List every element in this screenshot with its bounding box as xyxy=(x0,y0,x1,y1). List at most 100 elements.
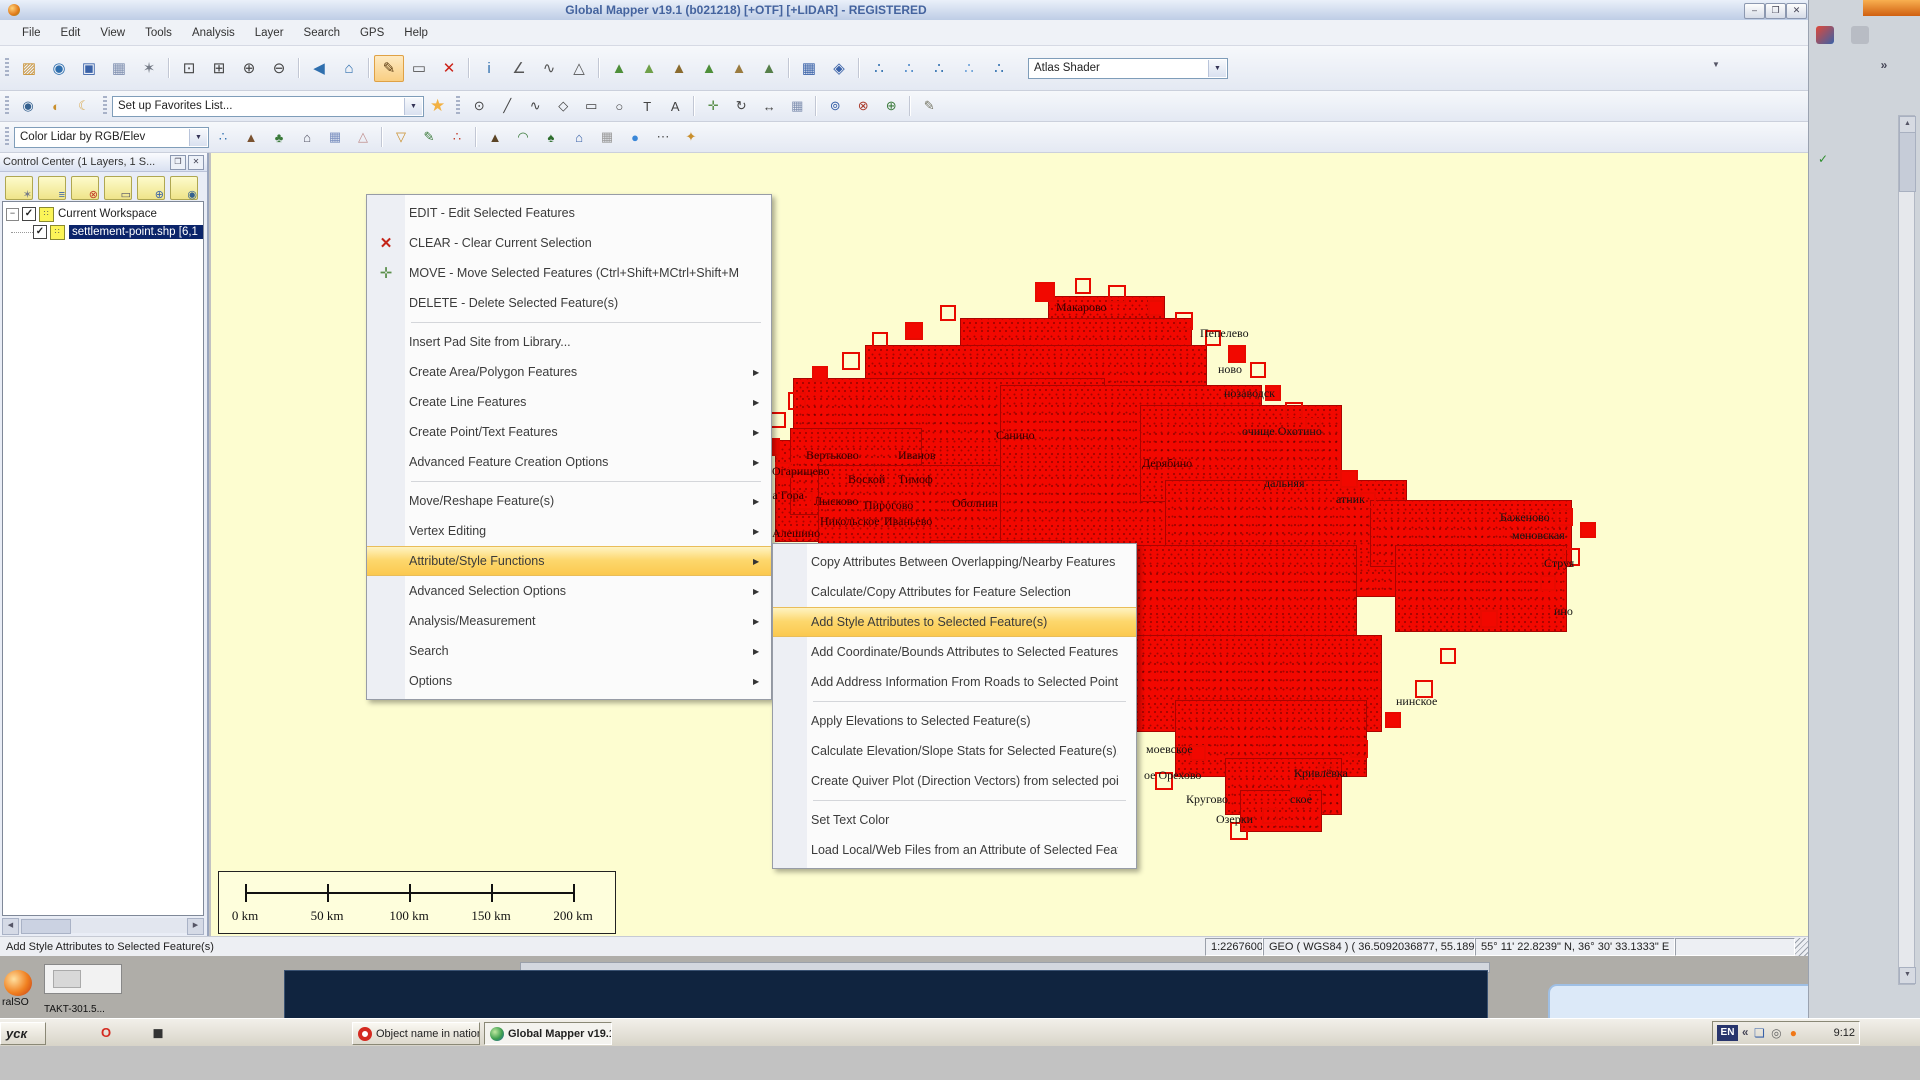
lidar-classify-ground-icon[interactable]: ∴ xyxy=(894,55,924,82)
draw-text-icon[interactable]: T xyxy=(633,94,661,118)
mesh-3d-icon[interactable]: ◈ xyxy=(824,55,854,82)
minimize-button[interactable]: – xyxy=(1744,3,1765,19)
water-tools-icon[interactable]: ● xyxy=(621,125,649,149)
projection-config-icon[interactable]: ◐ xyxy=(42,94,70,118)
menu-edit[interactable]: Edit xyxy=(51,23,91,43)
chevron-more-icon[interactable]: » xyxy=(1875,56,1893,74)
layer-options-icon[interactable]: ≡ xyxy=(38,176,66,201)
ctx-insert-pad-site-from-library[interactable]: Insert Pad Site from Library... xyxy=(367,327,771,357)
stretch-feature-icon[interactable]: ↔ xyxy=(755,94,783,118)
terrain-sweep-icon[interactable]: ◠ xyxy=(509,125,537,149)
draw-line-icon[interactable]: ╱ xyxy=(493,94,521,118)
lidar-grid-icon[interactable]: ▦ xyxy=(321,125,349,149)
toolbar-grip[interactable] xyxy=(5,96,9,116)
right-app-icon2[interactable] xyxy=(1851,26,1869,44)
sub-add-coordinate-bounds-attributes-to-select[interactable]: Add Coordinate/Bounds Attributes to Sele… xyxy=(773,637,1136,667)
taskbar-button-object-name-in-national-l[interactable]: Object name in national l... xyxy=(352,1022,480,1045)
clear-selection-icon[interactable]: ✕ xyxy=(434,55,464,82)
license-tool-icon[interactable]: ✦ xyxy=(677,125,705,149)
workspace-label[interactable]: Current Workspace xyxy=(58,208,157,220)
vertex-delete-icon[interactable]: ⊗ xyxy=(849,94,877,118)
layer-visibility-icon[interactable]: ◉ xyxy=(170,176,198,201)
feature-info-icon[interactable]: i xyxy=(474,55,504,82)
lidar-filter-icon[interactable]: ▽ xyxy=(387,125,415,149)
sub-calculate-copy-attributes-for-feature-sele[interactable]: Calculate/Copy Attributes for Feature Se… xyxy=(773,577,1136,607)
ctx-delete-delete-selected-feature-s[interactable]: DELETE - Delete Selected Feature(s) xyxy=(367,288,771,318)
ctx-clear-clear-current-selection[interactable]: ✕ CLEAR - Clear Current Selection xyxy=(367,228,771,258)
menu-gps[interactable]: GPS xyxy=(350,23,394,43)
start-button[interactable]: уск xyxy=(0,1022,46,1045)
open-layer-icon[interactable]: ✶ xyxy=(5,176,33,201)
workspace-checkbox[interactable]: ✓ xyxy=(22,207,36,221)
tree-extract-icon[interactable]: ♠ xyxy=(537,125,565,149)
draw-polygon-icon[interactable]: ◇ xyxy=(549,94,577,118)
map-layout-icon[interactable]: ▦ xyxy=(104,55,134,82)
snap-grid-icon[interactable]: ▦ xyxy=(783,94,811,118)
layer-label[interactable]: settlement-point.shp [6,1 xyxy=(69,225,203,239)
ctx-analysis-measurement[interactable]: Analysis/Measurement ▶ xyxy=(367,606,771,636)
scroll-up-icon[interactable]: ▲ xyxy=(1899,116,1916,133)
menu-file[interactable]: File xyxy=(12,23,51,43)
terrain-volume-icon[interactable]: ▲ xyxy=(724,55,754,82)
panel-close-button[interactable]: ✕ xyxy=(188,154,204,170)
control-center-titlebar[interactable]: Control Center (1 Layers, 1 S... ❐ ✕ xyxy=(0,153,207,172)
menu-help[interactable]: Help xyxy=(394,23,438,43)
scroll-right-icon[interactable]: ▶ xyxy=(187,918,204,935)
lidar-color-combobox[interactable]: Color Lidar by RGB/Elev ▼ xyxy=(14,126,209,148)
menu-layer[interactable]: Layer xyxy=(245,23,294,43)
lidar-extract-icon[interactable]: ∴ xyxy=(954,55,984,82)
draw-rectangle-icon[interactable]: ▭ xyxy=(577,94,605,118)
sub-calculate-elevation-slope-stats-for-select[interactable]: Calculate Elevation/Slope Stats for Sele… xyxy=(773,736,1136,766)
draw-trace-icon[interactable]: ∿ xyxy=(521,94,549,118)
measure-icon[interactable]: ∠ xyxy=(504,55,534,82)
tree-expand-icon[interactable]: − xyxy=(6,207,19,221)
taskbar-button-global-mapper-v19-1[interactable]: Global Mapper v19.1 (... xyxy=(484,1022,612,1045)
scroll-down-icon[interactable]: ▼ xyxy=(1899,967,1916,984)
close-layer-icon[interactable]: ⊗ xyxy=(71,176,99,201)
combo-arrow-icon[interactable]: ▼ xyxy=(404,97,422,115)
path-profile-icon[interactable]: ∿ xyxy=(534,55,564,82)
lidar-vegetation-icon[interactable]: ♣ xyxy=(265,125,293,149)
ctx-search[interactable]: Search ▶ xyxy=(367,636,771,666)
sub-set-text-color[interactable]: Set Text Color xyxy=(773,805,1136,835)
load-web-data-icon[interactable]: ◉ xyxy=(44,55,74,82)
view-shed-icon[interactable]: △ xyxy=(564,55,594,82)
save-workspace-icon[interactable]: ▣ xyxy=(74,55,104,82)
lidar-classify-noise-icon[interactable]: ∴ xyxy=(924,55,954,82)
maximize-button[interactable]: ❐ xyxy=(1765,3,1786,19)
combo-arrow-icon[interactable]: ▼ xyxy=(189,128,207,146)
move-feature-icon[interactable]: ✛ xyxy=(699,94,727,118)
lidar-network-icon[interactable]: ∴ xyxy=(443,125,471,149)
toolbar-grip[interactable] xyxy=(5,127,9,147)
tree-row-workspace[interactable]: − ✓ ∷ Current Workspace xyxy=(3,205,203,223)
panel-float-button[interactable]: ❐ xyxy=(170,154,186,170)
tray-collapse-icon[interactable]: « xyxy=(1742,1027,1748,1039)
toolbar-overflow-icon[interactable]: ▼ xyxy=(1712,60,1720,69)
ctx-edit-edit-selected-features[interactable]: EDIT - Edit Selected Features xyxy=(367,198,771,228)
draw-area-note-icon[interactable]: A xyxy=(661,94,689,118)
ctx-options[interactable]: Options ▶ xyxy=(367,666,771,696)
favorites-star-icon[interactable]: ★ xyxy=(430,96,445,116)
menu-tools[interactable]: Tools xyxy=(135,23,182,43)
close-button[interactable]: ✕ xyxy=(1786,3,1807,19)
zoom-window-icon[interactable]: ⊞ xyxy=(204,55,234,82)
resize-grip[interactable] xyxy=(1795,938,1808,956)
web-globe-icon[interactable]: ◉ xyxy=(14,94,42,118)
title-bar[interactable]: Global Mapper v19.1 (b021218) [+OTF] [+L… xyxy=(0,0,1808,21)
shader-combobox[interactable]: Atlas Shader ▼ xyxy=(1028,57,1228,79)
ctx-attribute-style-functions[interactable]: Attribute/Style Functions ▶ xyxy=(367,546,771,576)
ctx-advanced-feature-creation-options[interactable]: Advanced Feature Creation Options ▶ xyxy=(367,447,771,477)
favorites-combobox[interactable]: Set up Favorites List... ▼ xyxy=(112,95,424,117)
opera-quicklaunch-icon[interactable]: O xyxy=(97,1024,115,1042)
menu-analysis[interactable]: Analysis xyxy=(182,23,245,43)
lidar-buildings-icon[interactable]: ⌂ xyxy=(293,125,321,149)
zoom-to-layer-icon[interactable]: ⊕ xyxy=(137,176,165,201)
sub-apply-elevations-to-selected-feature-s[interactable]: Apply Elevations to Selected Feature(s) xyxy=(773,706,1136,736)
full-view-icon[interactable]: ⊡ xyxy=(174,55,204,82)
lidar-points-icon[interactable]: ∴ xyxy=(209,125,237,149)
ctx-move-move-selected-features-ctrl-shift-m[interactable]: ✛ MOVE - Move Selected Features (Ctrl+Shi… xyxy=(367,258,771,288)
menu-view[interactable]: View xyxy=(90,23,135,43)
zoom-in-icon[interactable]: ⊕ xyxy=(234,55,264,82)
digitizer-icon[interactable]: ✎ xyxy=(374,54,404,82)
language-indicator[interactable]: EN xyxy=(1717,1025,1738,1041)
